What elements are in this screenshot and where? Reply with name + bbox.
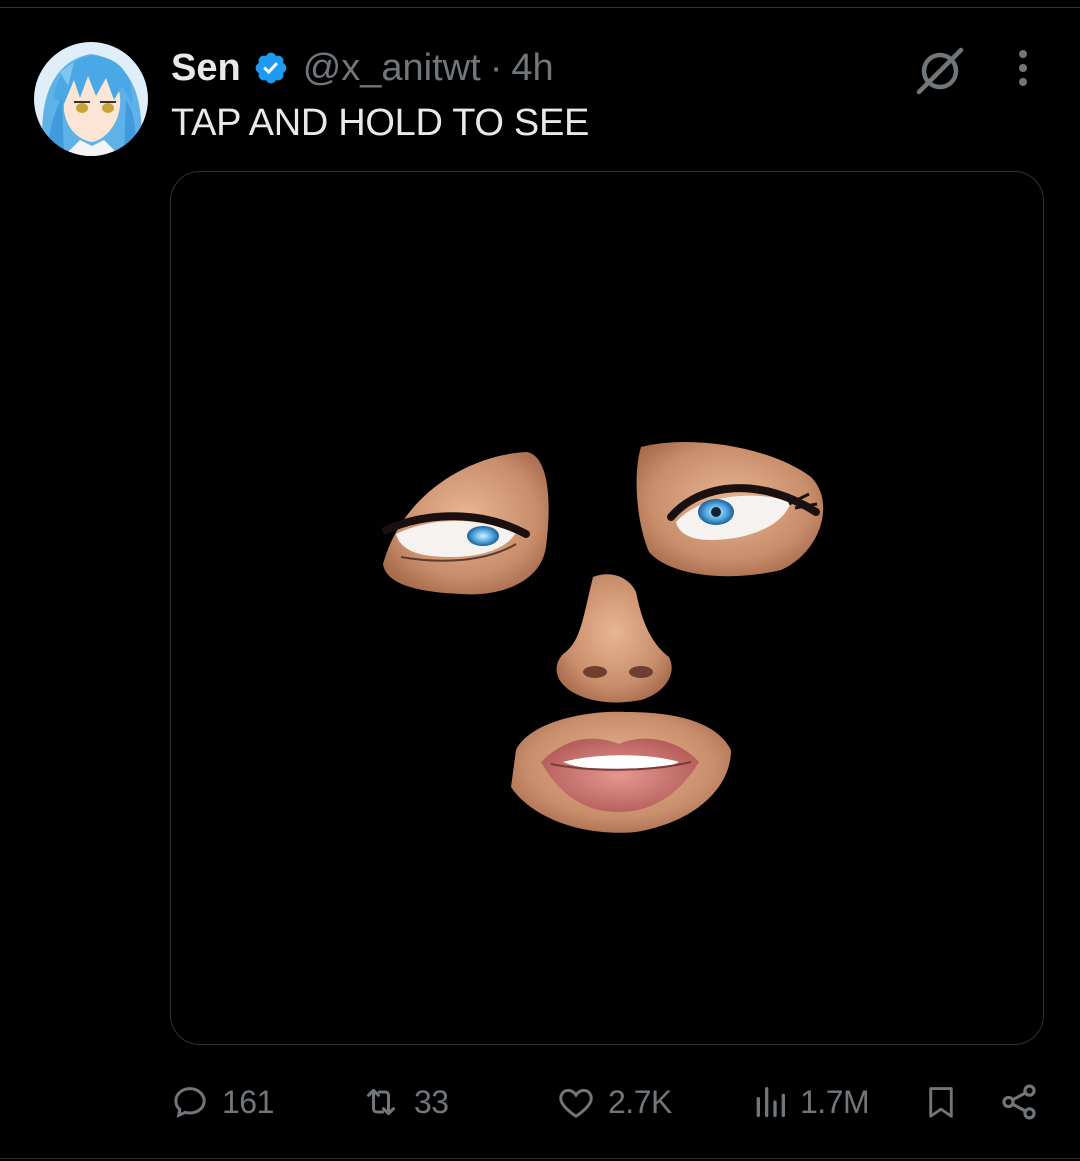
timestamp[interactable]: 4h [511,47,553,90]
views-button[interactable]: 1.7M [752,1074,870,1130]
bookmark-icon [922,1081,960,1123]
display-name[interactable]: Sen [171,47,241,90]
top-divider [0,7,1080,8]
verified-badge-icon [253,50,289,86]
tweet-media-image[interactable] [170,171,1044,1045]
separator-dot: · [489,46,503,89]
like-button[interactable]: 2.7K [556,1074,672,1130]
retweet-icon [360,1082,402,1122]
tweet-actions: 161 33 2.7K 1.7M [0,1074,1080,1130]
like-icon [556,1082,596,1122]
user-handle[interactable]: @x_anitwt [303,47,481,90]
tweet-header: Sen @x_anitwt · 4h [171,44,554,92]
tweet-text: TAP AND HOLD TO SEE [171,102,590,144]
bottom-divider [0,1158,1080,1159]
grok-icon[interactable] [913,44,969,96]
reply-icon [170,1082,210,1122]
share-icon [998,1081,1040,1123]
reply-count: 161 [222,1083,274,1120]
share-button[interactable] [998,1074,1040,1130]
repost-count: 33 [414,1083,449,1120]
repost-button[interactable]: 33 [360,1074,449,1130]
views-count: 1.7M [800,1083,870,1120]
like-count: 2.7K [608,1083,672,1120]
views-icon [752,1082,788,1122]
avatar[interactable] [34,42,148,156]
reply-button[interactable]: 161 [170,1074,274,1130]
more-vertical-icon[interactable] [1008,48,1038,88]
bookmark-button[interactable] [922,1074,960,1130]
